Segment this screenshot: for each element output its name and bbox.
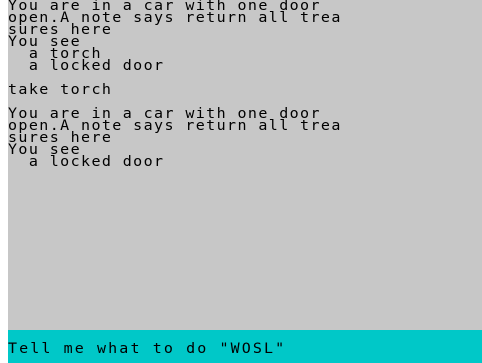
command-prompt-bar[interactable]: Tell me what to do "WOSL" — [8, 330, 482, 363]
text-line: a locked door — [8, 153, 165, 170]
game-screen: You are in a car with one door open.A no… — [0, 0, 482, 363]
player-command-line: take torch — [8, 81, 113, 98]
text-line: a locked door — [8, 57, 165, 74]
command-prompt-text: Tell me what to do "WOSL" — [8, 340, 287, 357]
game-text-area: You are in a car with one door open.A no… — [8, 0, 482, 330]
